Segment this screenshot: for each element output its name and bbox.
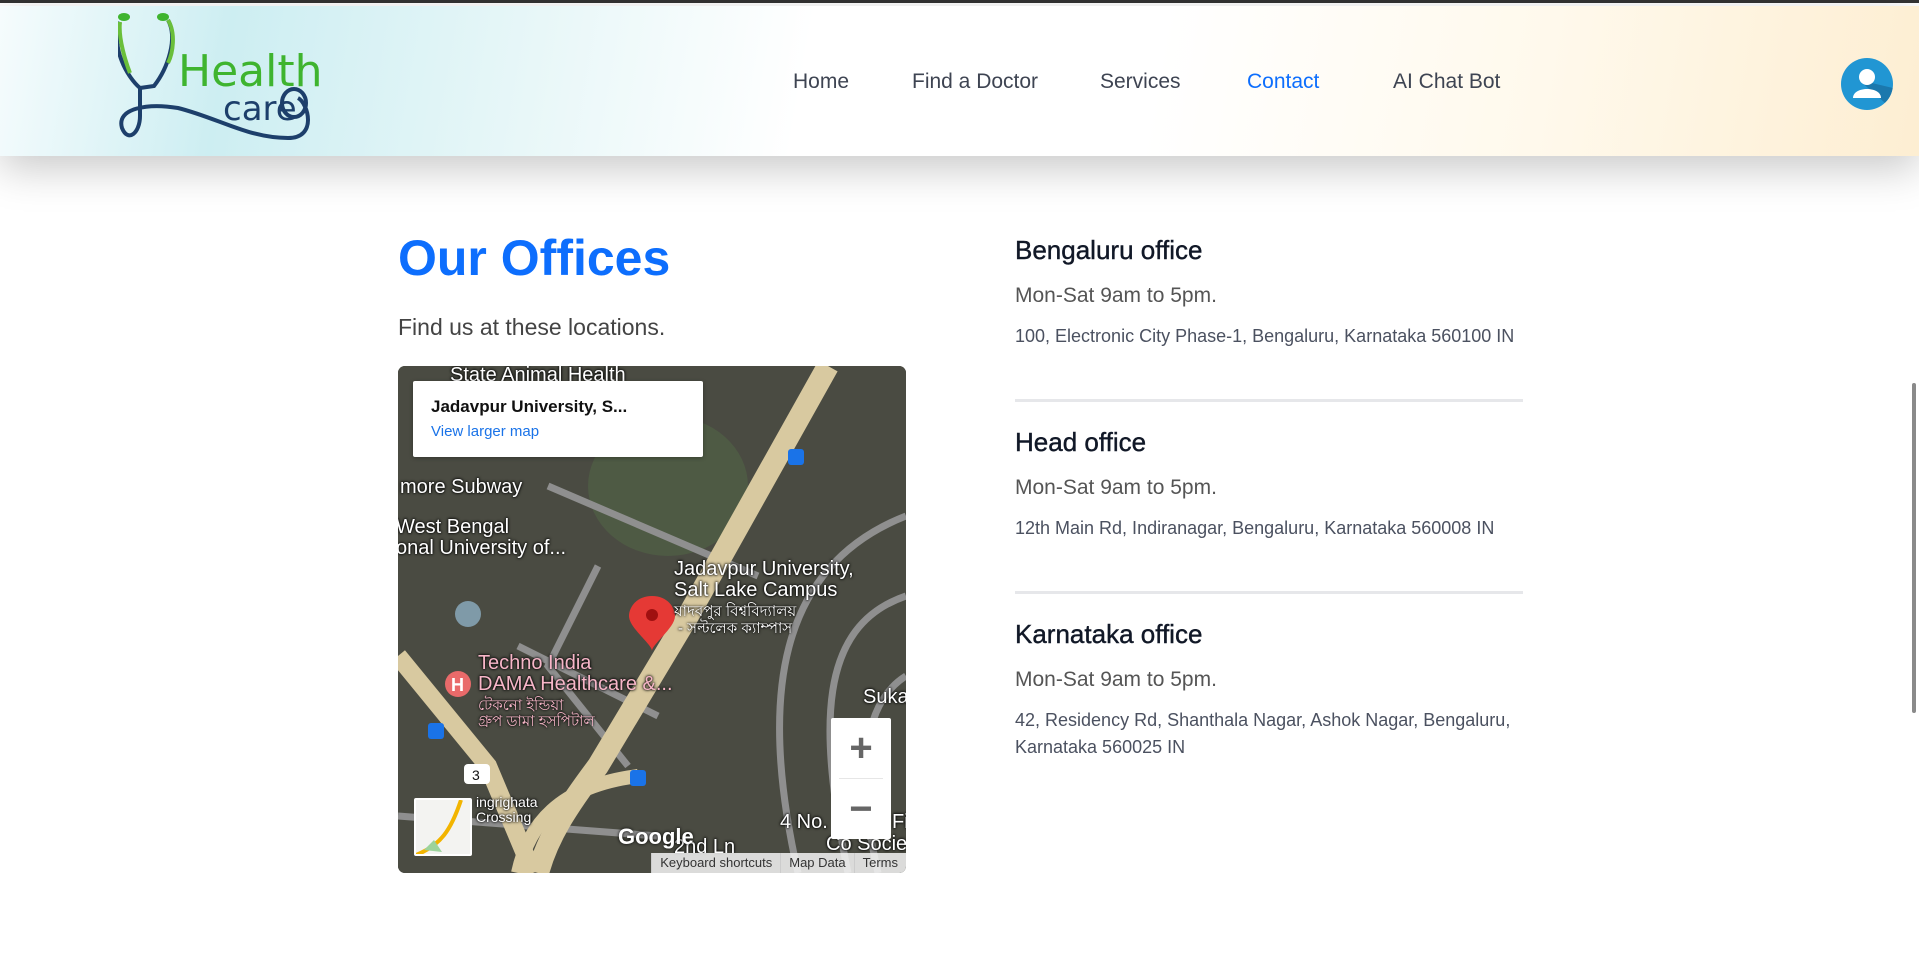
office-address: 42, Residency Rd, Shanthala Nagar, Ashok… [1015,710,1511,757]
page-subtitle: Find us at these locations. [398,314,666,340]
terms-link[interactable]: Terms [853,853,906,873]
office-card: Karnataka office Mon-Sat 9am to 5pm. 42,… [1015,619,1523,761]
page-title: Our Offices [398,230,671,286]
map-label: - সল্টলেক ক্যাম্পাস [678,620,793,637]
map-type-toggle[interactable] [414,798,472,856]
map-label: Crossing [476,809,532,825]
divider [1015,591,1523,594]
office-address: 12th Main Rd, Indiranagar, Bengaluru, Ka… [1015,518,1495,538]
user-avatar-icon[interactable] [1841,58,1893,110]
page-scrollbar[interactable] [1912,383,1916,713]
map-label: onal University of... [398,537,567,559]
site-header: Health care Home Find a Doctor Services … [0,6,1919,156]
office-card: Bengaluru office Mon-Sat 9am to 5pm. 100… [1015,235,1523,350]
healthcare-logo[interactable]: Health care [115,8,378,146]
google-map-embed[interactable]: H 3 State Animal Health more Subway West… [398,366,906,873]
nav-find-a-doctor[interactable]: Find a Doctor [912,70,1038,94]
nav-home[interactable]: Home [793,70,849,94]
office-hours: Mon-Sat 9am to 5pm. [1015,668,1217,691]
map-label: 4 No. [780,811,828,833]
map-label: more Subway [400,476,523,498]
map-label: ingrighata [476,794,538,810]
map-data-link[interactable]: Map Data [780,853,853,873]
map-label: West Bengal [398,516,510,538]
keyboard-shortcuts-link[interactable]: Keyboard shortcuts [651,853,780,873]
stethoscope-icon: Health care [115,13,322,141]
map-place-name: Jadavpur University, S... [431,397,628,416]
svg-text:H: H [451,675,464,695]
map-label: Suka [863,686,906,708]
map-label: গ্রুপ ডামা হসপিটাল [478,713,595,730]
office-address: 100, Electronic City Phase-1, Bengaluru,… [1015,326,1515,346]
map-label: Salt Lake Campus [674,579,838,601]
map-zoom-controls: + − [831,718,891,839]
office-card: Head office Mon-Sat 9am to 5pm. 12th Mai… [1015,427,1523,542]
zoom-in-button[interactable]: + [831,718,891,778]
zoom-out-button[interactable]: − [831,779,891,839]
hospital-marker-icon: H [445,671,471,697]
svg-text:care: care [223,89,297,129]
svg-text:3: 3 [472,767,480,783]
school-marker-icon [455,601,481,627]
nav-services[interactable]: Services [1100,70,1181,94]
google-logo: Google [618,824,694,849]
office-hours: Mon-Sat 9am to 5pm. [1015,476,1217,499]
map-label: Jadavpur University, [674,558,854,580]
map-label: Techno India [478,652,592,674]
office-name: Head office [1015,427,1147,457]
office-hours: Mon-Sat 9am to 5pm. [1015,284,1217,307]
map-place-card: Jadavpur University, S... View larger ma… [413,381,703,457]
office-name: Karnataka office [1015,619,1203,649]
nav-contact[interactable]: Contact [1247,70,1319,94]
map-attribution: Keyboard shortcuts Map Data Terms [651,853,906,873]
office-name: Bengaluru office [1015,235,1203,265]
route-shield-icon: 3 [464,764,490,784]
map-label: DAMA Healthcare &... [478,673,673,695]
view-larger-map-link[interactable]: View larger map [431,423,685,440]
nav-ai-chat-bot[interactable]: AI Chat Bot [1393,70,1500,94]
map-label: Fi [892,811,906,833]
divider [1015,399,1523,402]
